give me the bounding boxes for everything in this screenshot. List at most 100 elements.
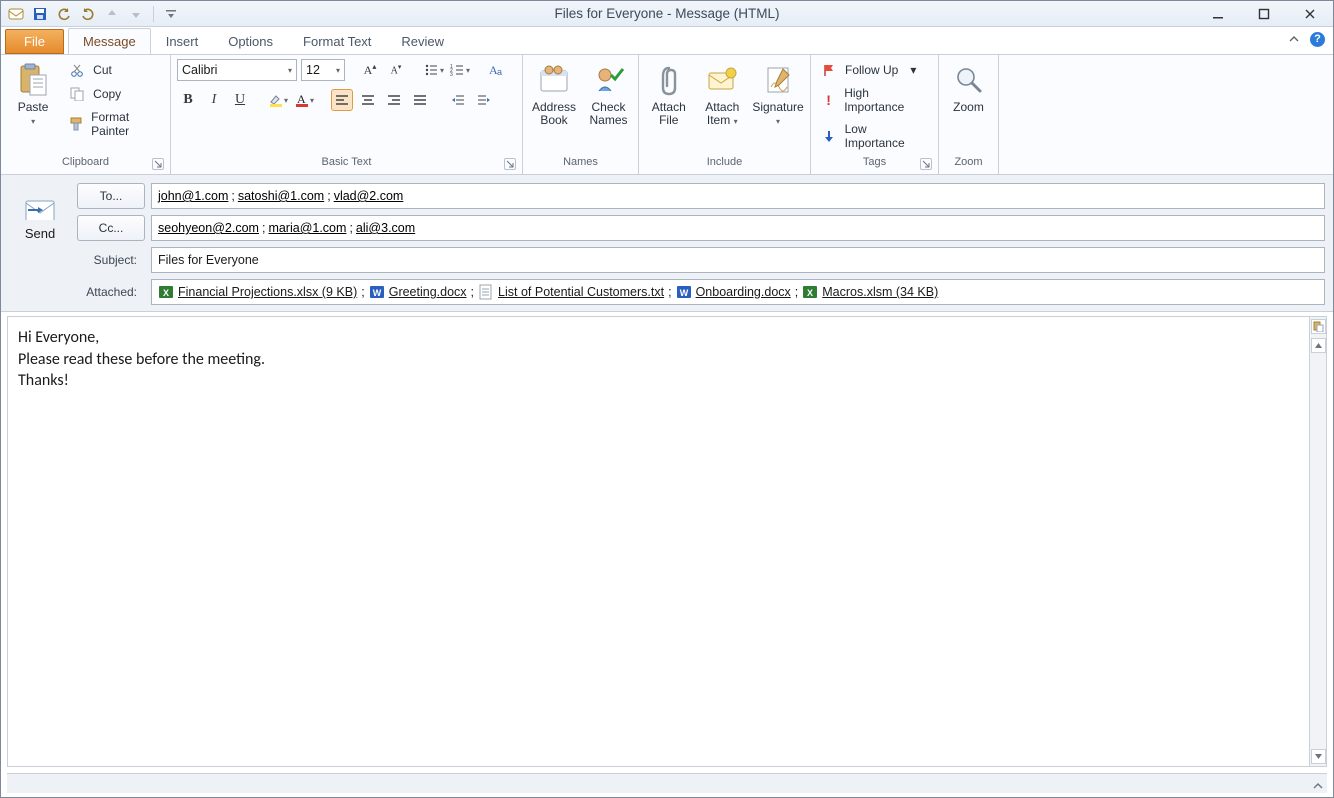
attachment-item[interactable]: List of Potential Customers.txt bbox=[478, 284, 664, 300]
close-button[interactable] bbox=[1287, 1, 1333, 27]
attached-label: Attached: bbox=[77, 285, 145, 299]
tab-options[interactable]: Options bbox=[213, 28, 288, 54]
recipient[interactable]: vlad@2.com bbox=[334, 189, 404, 203]
grow-font-button[interactable]: A▴ bbox=[359, 59, 381, 81]
scroll-down-icon[interactable] bbox=[1311, 749, 1326, 764]
bullets-button[interactable] bbox=[423, 59, 445, 81]
zoom-button[interactable]: Zoom bbox=[945, 58, 992, 119]
body-line: Thanks! bbox=[18, 370, 1299, 392]
tab-format-text[interactable]: Format Text bbox=[288, 28, 386, 54]
to-button[interactable]: To... bbox=[77, 183, 145, 209]
subject-input[interactable]: Files for Everyone bbox=[151, 247, 1325, 273]
font-name-combo[interactable]: Calibri▾ bbox=[177, 59, 297, 81]
tab-insert[interactable]: Insert bbox=[151, 28, 214, 54]
cut-button[interactable]: Cut bbox=[65, 60, 164, 80]
customize-qat-icon[interactable] bbox=[162, 5, 180, 23]
attach-item-button[interactable]: Attach Item ▾ bbox=[699, 58, 747, 133]
font-color-button[interactable]: A bbox=[293, 89, 315, 111]
underline-button[interactable]: U bbox=[229, 89, 251, 111]
quick-access-toolbar bbox=[1, 5, 180, 23]
paste-button[interactable]: Paste▾ bbox=[7, 58, 59, 133]
group-names-label: Names bbox=[563, 156, 598, 168]
recipient[interactable]: satoshi@1.com bbox=[238, 189, 324, 203]
numbering-button[interactable]: 123 bbox=[449, 59, 471, 81]
group-zoom-label: Zoom bbox=[954, 156, 982, 168]
attachment-item[interactable]: XFinancial Projections.xlsx (9 KB) bbox=[158, 284, 357, 300]
xlsm-file-icon: X bbox=[802, 284, 818, 300]
scroll-up-icon[interactable] bbox=[1311, 338, 1326, 353]
check-names-button[interactable]: Check Names bbox=[585, 58, 632, 132]
maximize-button[interactable] bbox=[1241, 1, 1287, 27]
align-center-button[interactable] bbox=[357, 89, 379, 111]
align-justify-button[interactable] bbox=[409, 89, 431, 111]
format-painter-label: Format Painter bbox=[91, 110, 160, 138]
low-importance-button[interactable]: Low Importance bbox=[817, 120, 932, 152]
font-size-combo[interactable]: 12▾ bbox=[301, 59, 345, 81]
attachment-item[interactable]: WGreeting.docx bbox=[369, 284, 467, 300]
recipient[interactable]: maria@1.com bbox=[268, 221, 346, 235]
format-painter-icon bbox=[69, 116, 83, 132]
basic-text-launcher-icon[interactable] bbox=[504, 158, 516, 170]
bold-button[interactable]: B bbox=[177, 89, 199, 111]
copy-icon bbox=[69, 86, 85, 102]
save-icon[interactable] bbox=[31, 5, 49, 23]
ribbon-tabs: File Message Insert Options Format Text … bbox=[1, 27, 1333, 55]
title-bar: Files for Everyone - Message (HTML) bbox=[1, 1, 1333, 27]
recipient[interactable]: john@1.com bbox=[158, 189, 228, 203]
body-line: Please read these before the meeting. bbox=[18, 349, 1299, 371]
message-body-editor[interactable]: Hi Everyone,Please read these before the… bbox=[8, 317, 1309, 766]
txt-file-icon bbox=[478, 284, 494, 300]
tab-message[interactable]: Message bbox=[68, 28, 151, 54]
attached-input[interactable]: XFinancial Projections.xlsx (9 KB); WGre… bbox=[151, 279, 1325, 305]
subject-value: Files for Everyone bbox=[158, 253, 259, 267]
align-right-button[interactable] bbox=[383, 89, 405, 111]
prev-item-icon[interactable] bbox=[103, 5, 121, 23]
body-scrollbar[interactable] bbox=[1309, 317, 1326, 766]
minimize-ribbon-icon[interactable] bbox=[1286, 31, 1302, 47]
copy-button[interactable]: Copy bbox=[65, 84, 164, 104]
attachment-item[interactable]: WOnboarding.docx bbox=[676, 284, 791, 300]
recipient[interactable]: seohyeon@2.com bbox=[158, 221, 259, 235]
send-button[interactable]: Send bbox=[12, 185, 68, 255]
message-header: Send To... john@1.com; satoshi@1.com; vl… bbox=[1, 175, 1333, 312]
highlight-color-button[interactable] bbox=[267, 89, 289, 111]
clipboard-launcher-icon[interactable] bbox=[152, 158, 164, 170]
attach-file-button[interactable]: Attach File bbox=[645, 58, 693, 132]
format-painter-button[interactable]: Format Painter bbox=[65, 108, 164, 140]
subject-row: Subject: Files for Everyone bbox=[77, 247, 1325, 273]
body-area: Hi Everyone,Please read these before the… bbox=[7, 316, 1327, 767]
undo-icon[interactable] bbox=[55, 5, 73, 23]
cc-button[interactable]: Cc... bbox=[77, 215, 145, 241]
attachment-item[interactable]: XMacros.xlsm (34 KB) bbox=[802, 284, 938, 300]
app-icon[interactable] bbox=[7, 5, 25, 23]
next-item-icon[interactable] bbox=[127, 5, 145, 23]
clear-formatting-button[interactable]: Aa bbox=[485, 59, 507, 81]
paste-options-icon[interactable] bbox=[1311, 319, 1326, 334]
attached-row: Attached: XFinancial Projections.xlsx (9… bbox=[77, 279, 1325, 305]
recipient[interactable]: ali@3.com bbox=[356, 221, 415, 235]
zoom-icon bbox=[952, 63, 986, 97]
decrease-indent-button[interactable] bbox=[447, 89, 469, 111]
to-input[interactable]: john@1.com; satoshi@1.com; vlad@2.com bbox=[151, 183, 1325, 209]
signature-button[interactable]: Signature▾ bbox=[752, 58, 804, 133]
group-zoom: Zoom Zoom bbox=[939, 55, 999, 174]
group-include-label: Include bbox=[707, 156, 742, 168]
tab-file[interactable]: File bbox=[5, 29, 64, 54]
align-left-button[interactable] bbox=[331, 89, 353, 111]
redo-icon[interactable] bbox=[79, 5, 97, 23]
shrink-font-button[interactable]: A▾ bbox=[385, 59, 407, 81]
minimize-button[interactable] bbox=[1195, 1, 1241, 27]
high-importance-button[interactable]: !High Importance bbox=[817, 84, 932, 116]
expand-section-icon[interactable] bbox=[1312, 780, 1324, 792]
help-icon[interactable]: ? bbox=[1310, 32, 1325, 47]
italic-button[interactable]: I bbox=[203, 89, 225, 111]
signature-label: Signature bbox=[752, 100, 803, 114]
attachment-name: Greeting.docx bbox=[389, 285, 467, 299]
cc-row: Cc... seohyeon@2.com; maria@1.com; ali@3… bbox=[77, 215, 1325, 241]
tags-launcher-icon[interactable] bbox=[920, 158, 932, 170]
cc-input[interactable]: seohyeon@2.com; maria@1.com; ali@3.com bbox=[151, 215, 1325, 241]
increase-indent-button[interactable] bbox=[473, 89, 495, 111]
follow-up-button[interactable]: Follow Up ▾ bbox=[817, 60, 920, 80]
tab-review[interactable]: Review bbox=[386, 28, 459, 54]
address-book-button[interactable]: Address Book bbox=[529, 58, 579, 132]
